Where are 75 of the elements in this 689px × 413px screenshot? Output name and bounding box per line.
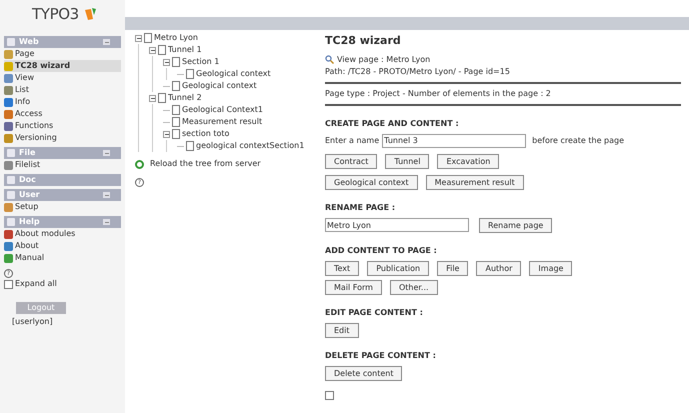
section-heading: DELETE PAGE CONTENT : [325,350,437,362]
form-button[interactable]: Contract [325,154,378,168]
section-heading: EDIT PAGE CONTENT : [325,306,424,318]
logo-icon [82,7,97,21]
name-input[interactable]: Tunnel 3 [382,134,526,148]
form-button[interactable]: Excavation [437,154,500,168]
form-button[interactable]: Geological context [325,174,418,190]
module-icon [4,202,13,212]
form-button[interactable]: Measurement result [426,174,524,190]
collapse-icon[interactable] [149,94,156,102]
section-heading: RENAME PAGE : [325,202,396,214]
module-item[interactable]: About modules [4,228,121,240]
module-item[interactable]: About [4,240,121,252]
tree-item[interactable]: Measurement result [182,116,262,128]
group-icon [7,38,15,46]
tree-item[interactable]: Geological context [182,80,257,92]
group-title: Web [19,36,40,48]
refresh-icon[interactable] [135,160,144,168]
tree-item[interactable]: Section 1 [182,56,220,68]
group-title: User [19,189,41,201]
module-item[interactable]: List [4,84,121,96]
page-name-input[interactable]: Metro Lyon [325,218,469,232]
module-item[interactable]: Filelist [4,159,121,171]
tree-item[interactable]: Geological Context1 [182,104,263,116]
group-title: File [19,147,36,159]
module-item[interactable]: Setup [4,201,121,213]
module-item[interactable]: Info [4,96,121,108]
page-path: Path: /TC28 - PROTO/Metro Lyon/ - Page id=15 [325,66,511,78]
form-button[interactable]: Rename page [479,218,552,232]
reload-link[interactable]: Reload the tree from server [150,158,261,170]
form-button[interactable]: Edit [325,322,358,338]
group-icon [7,218,15,226]
collapse-icon[interactable] [163,130,170,138]
tree-item[interactable]: geological contextSection1 [196,140,304,152]
checkbox-label: Expand all [15,278,57,290]
collapse-icon[interactable] [163,58,170,66]
field-hint: before create the page [532,134,624,146]
field-label: Enter a name [325,134,380,146]
form-button[interactable]: File [437,260,468,276]
group-title: Doc [19,174,37,186]
section-heading: ADD CONTENT TO PAGE : [325,244,438,256]
tree-item[interactable]: Tunnel 1 [168,44,202,56]
form-button[interactable]: Delete content [325,366,402,380]
module-item[interactable]: Manual [4,252,121,264]
module-item[interactable]: Access [4,108,121,120]
form-button[interactable]: Author [476,260,522,276]
module-item[interactable]: Versioning [4,132,121,144]
collapse-icon[interactable] [149,46,156,54]
module-item[interactable]: Functions [4,120,121,132]
module-item[interactable]: TC28 wizard [4,60,121,72]
form-button[interactable]: Tunnel [385,154,430,168]
group-icon [7,149,15,157]
form-button[interactable]: Image [529,260,572,276]
form-button[interactable]: Text [325,260,360,276]
search-icon [325,55,334,64]
checkbox[interactable] [4,280,13,288]
logo-text: TYPO3 [32,4,79,25]
tree-item[interactable]: Geological context [196,68,271,80]
page-type-text: Page type : Project - Number of elements in the page : 2 [325,88,552,100]
form-button[interactable]: Other... [390,280,438,294]
tree-item[interactable]: section toto [182,128,230,140]
view-page-link[interactable]: View page : Metro Lyon [337,54,430,66]
module-item[interactable]: Page [4,48,121,60]
tree-item[interactable]: Tunnel 2 [168,92,202,104]
module-icon [4,160,13,170]
expand-icon[interactable] [325,390,334,400]
group-title: Help [19,216,41,228]
module-item[interactable]: View [4,72,121,84]
collapse-icon[interactable] [135,34,142,42]
username: [userlyon] [12,316,54,328]
form-button[interactable]: Publication [367,260,430,276]
section-heading: CREATE PAGE AND CONTENT : [325,118,460,130]
tree-item[interactable]: Metro Lyon [154,32,198,44]
form-button[interactable]: Mail Form [325,280,382,294]
page-title: TC28 wizard [325,33,402,49]
